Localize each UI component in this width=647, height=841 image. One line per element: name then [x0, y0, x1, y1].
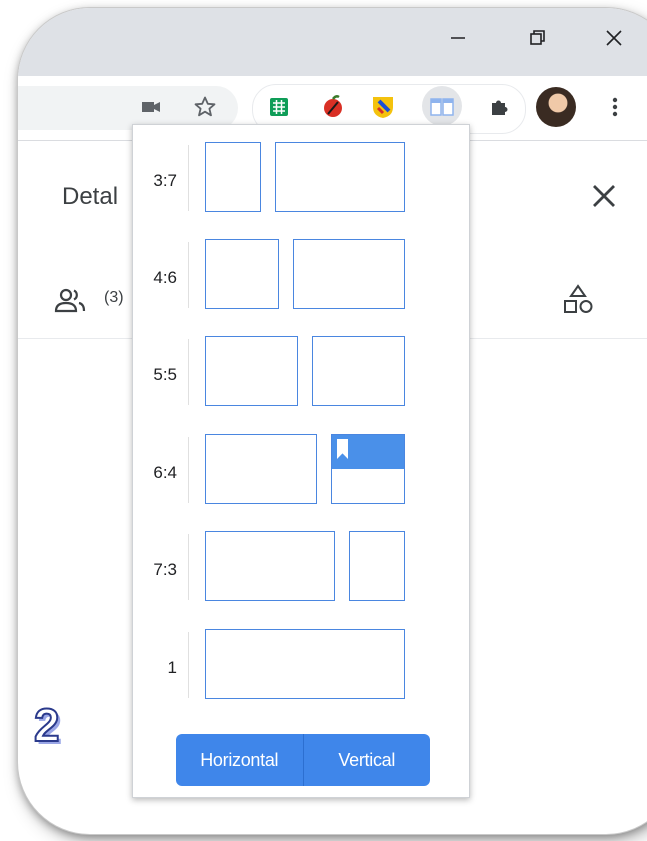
- step-badge: 2: [33, 698, 61, 752]
- restore-button[interactable]: [518, 18, 558, 58]
- layout-pane-right: [349, 531, 405, 601]
- people-icon: [54, 288, 86, 313]
- layout-option-1[interactable]: 1: [133, 626, 469, 702]
- selected-pane-fill: [332, 435, 404, 469]
- avatar[interactable]: [536, 87, 576, 127]
- split-screen-extension-icon[interactable]: [425, 90, 459, 124]
- page-title: Detal: [62, 183, 119, 210]
- layout-pane-right: [312, 336, 405, 406]
- orientation-toggle: Horizontal Vertical: [176, 734, 430, 786]
- ratio-label: 1: [167, 658, 177, 677]
- layout-pane-right: [331, 434, 405, 504]
- title-bar: [18, 8, 647, 76]
- ratio-label: 3:7: [153, 171, 177, 190]
- row-divider: [188, 437, 189, 503]
- shapes-icon[interactable]: [561, 283, 595, 317]
- layout-option-4-6[interactable]: 4:6: [133, 236, 469, 312]
- restore-icon: [530, 30, 545, 45]
- close-panel-icon[interactable]: [586, 178, 622, 214]
- vertical-button[interactable]: Vertical: [302, 734, 431, 786]
- puzzle-icon[interactable]: [482, 90, 516, 124]
- row-divider: [188, 632, 189, 698]
- sheets-extension-icon[interactable]: [262, 90, 296, 124]
- people-count: (3): [104, 289, 124, 306]
- layout-pane-left: [205, 239, 279, 309]
- star-icon[interactable]: [188, 90, 222, 124]
- layout-pane-left: [205, 142, 261, 212]
- layout-option-7-3[interactable]: 7:3: [133, 528, 469, 604]
- layout-option-3-7[interactable]: 3:7: [133, 139, 469, 215]
- row-divider: [188, 339, 189, 405]
- minimize-button[interactable]: [438, 18, 478, 58]
- layout-pane-full: [205, 629, 405, 699]
- minimize-icon: [451, 37, 465, 39]
- row-divider: [188, 534, 189, 600]
- layout-pane-left: [205, 336, 298, 406]
- layout-pane-right: [275, 142, 405, 212]
- camera-icon[interactable]: [134, 90, 168, 124]
- layout-pane-left: [205, 531, 335, 601]
- layout-option-5-5[interactable]: 5:5: [133, 333, 469, 409]
- layout-pane-left: [205, 434, 317, 504]
- bookmark-icon: [337, 439, 348, 459]
- row-divider: [188, 145, 189, 211]
- more-vert-icon[interactable]: [598, 90, 632, 124]
- row-divider: [188, 242, 189, 308]
- ratio-label: 7:3: [153, 560, 177, 579]
- layout-option-6-4[interactable]: 6:4: [133, 431, 469, 507]
- horizontal-button[interactable]: Horizontal: [176, 734, 303, 786]
- ratio-label: 5:5: [153, 365, 177, 384]
- close-icon: [606, 30, 622, 46]
- ratio-label: 4:6: [153, 268, 177, 287]
- ratio-label: 6:4: [153, 463, 177, 482]
- close-window-button[interactable]: [594, 18, 634, 58]
- apple-extension-icon[interactable]: [316, 90, 350, 124]
- split-layout-popup: Horizontal Vertical 3:7 4:6 5:5 6:4 7:3 1: [132, 124, 470, 798]
- layout-pane-right: [293, 239, 405, 309]
- shield-extension-icon[interactable]: [366, 90, 400, 124]
